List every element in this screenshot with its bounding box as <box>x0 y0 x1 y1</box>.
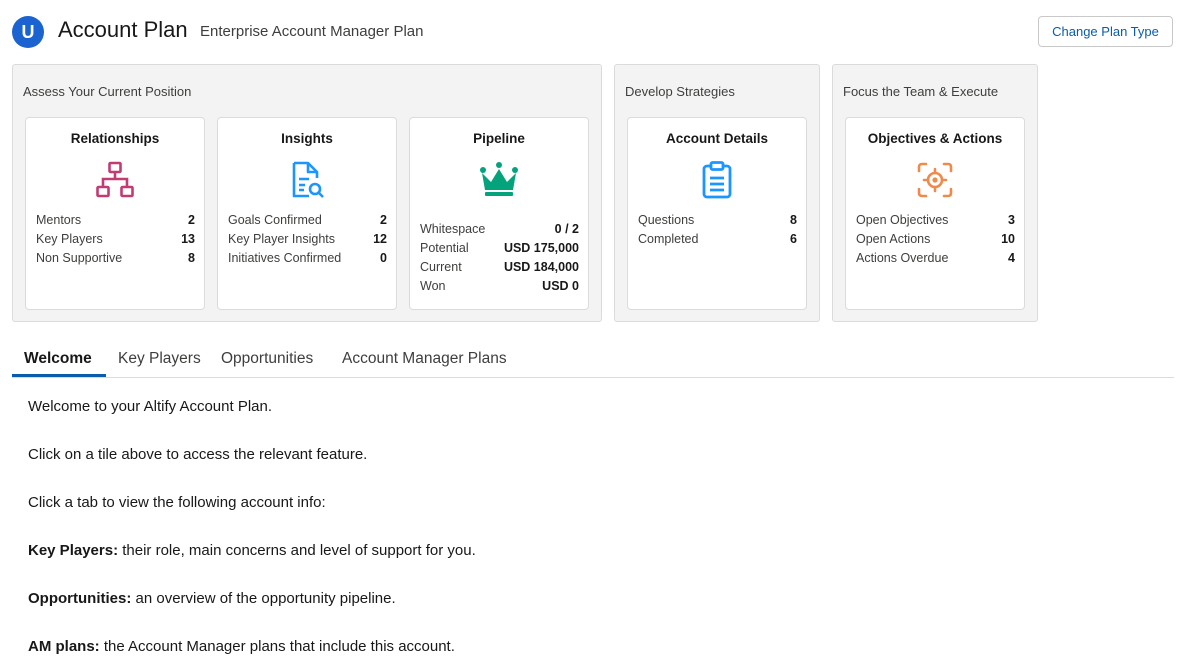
crown-icon <box>480 162 518 196</box>
group-assess-position: Assess Your Current Position Relationshi… <box>12 64 602 322</box>
app-logo: U <box>12 16 44 48</box>
stat-value: 4 <box>1008 251 1015 265</box>
target-icon <box>917 162 953 198</box>
stat-value: 6 <box>790 232 797 246</box>
page-title: Account Plan <box>58 17 188 42</box>
active-tab-indicator <box>12 374 106 377</box>
stat-value: 8 <box>790 213 797 227</box>
page-header: U Account Plan Enterprise Account Manage… <box>0 0 1184 64</box>
info-term: AM plans: <box>28 638 100 655</box>
stat-row: Open Objectives 3 <box>856 211 1015 230</box>
stat-label: Goals Confirmed <box>228 213 322 227</box>
welcome-line: Welcome to your Altify Account Plan. <box>28 398 273 415</box>
tile-title: Insights <box>281 131 333 146</box>
stat-value: 0 / 2 <box>554 222 579 236</box>
tab-account-manager-plans[interactable]: Account Manager Plans <box>342 350 507 368</box>
stat-label: Potential <box>420 241 469 255</box>
stat-label: Whitespace <box>420 222 486 236</box>
info-term: Key Players: <box>28 542 119 559</box>
document-search-icon <box>292 161 324 198</box>
stat-value: 2 <box>380 213 387 227</box>
stat-label: Won <box>420 279 446 293</box>
stat-row: Potential USD 175,000 <box>420 239 579 258</box>
stat-value: USD 0 <box>542 279 579 293</box>
stat-row: Actions Overdue 4 <box>856 249 1015 268</box>
stat-value: 12 <box>373 232 387 246</box>
tile-stats: Open Objectives 3 Open Actions 10 Actions … <box>856 211 1015 268</box>
tab-bar: Welcome Key Players Opportunities Accoun… <box>12 340 1174 378</box>
group-title: Assess Your Current Position <box>23 84 192 99</box>
tile-stats: Mentors 2 Key Players 13 Non Supportive 8 <box>36 211 195 268</box>
stat-label: Questions <box>638 213 695 227</box>
group-develop-strategies: Develop Strategies Account Details Quest… <box>614 64 820 322</box>
stat-row: Goals Confirmed 2 <box>228 211 387 230</box>
tile-stats: Questions 8 Completed 6 <box>638 211 797 249</box>
stat-row: Non Supportive 8 <box>36 249 195 268</box>
stat-value: 8 <box>188 251 195 265</box>
stat-row: Initiatives Confirmed 0 <box>228 249 387 268</box>
tab-welcome[interactable]: Welcome <box>24 350 92 368</box>
stat-row: Key Player Insights 12 <box>228 230 387 249</box>
stat-value: 10 <box>1001 232 1015 246</box>
change-plan-type-button[interactable]: Change Plan Type <box>1038 16 1173 47</box>
group-title: Develop Strategies <box>625 84 735 99</box>
tile-title: Objectives & Actions <box>867 131 1003 146</box>
stat-label: Completed <box>638 232 699 246</box>
tab-opportunities[interactable]: Opportunities <box>221 350 313 368</box>
tab-key-players[interactable]: Key Players <box>118 350 201 368</box>
clipboard-icon <box>702 161 732 199</box>
tile-account-details[interactable]: Account Details Questions 8 Completed 6 <box>627 117 807 310</box>
stat-value: 0 <box>380 251 387 265</box>
stat-value: 13 <box>181 232 195 246</box>
tile-stats: Goals Confirmed 2 Key Player Insights 12 I… <box>228 211 387 268</box>
tile-title: Relationships <box>70 131 160 146</box>
tile-pipeline[interactable]: Pipeline Whitespace 0 / 2 Potential USD 17… <box>409 117 589 310</box>
stat-value: 3 <box>1008 213 1015 227</box>
info-text: the Account Manager plans that include t… <box>99 638 455 655</box>
stat-label: Current <box>420 260 462 274</box>
stat-label: Open Actions <box>856 232 931 246</box>
stat-row: Whitespace 0 / 2 <box>420 220 579 239</box>
stat-label: Non Supportive <box>36 251 123 265</box>
stat-value: USD 175,000 <box>503 241 579 255</box>
tile-stats: Whitespace 0 / 2 Potential USD 175,000 Cur… <box>420 220 579 296</box>
info-text: an overview of the opportunity pipeline. <box>131 590 396 607</box>
stat-label: Key Players <box>36 232 103 246</box>
stat-label: Key Player Insights <box>228 232 335 246</box>
tile-relationships[interactable]: Relationships Mentors 2 Key Players 13 Non… <box>25 117 205 310</box>
tab-instruction-line: Click a tab to view the following accoun… <box>28 494 326 511</box>
stat-label: Mentors <box>36 213 82 227</box>
stat-row: Questions 8 <box>638 211 797 230</box>
plan-type-subtitle: Enterprise Account Manager Plan <box>200 23 424 40</box>
stat-label: Actions Overdue <box>856 251 949 265</box>
info-item-key-players: Key Players: their role, main concerns a… <box>28 542 476 559</box>
tile-objectives-actions[interactable]: Objectives & Actions Open Objectives 3 Op… <box>845 117 1025 310</box>
info-term: Opportunities: <box>28 590 132 607</box>
org-chart-icon <box>96 161 134 198</box>
stat-row: Won USD 0 <box>420 277 579 296</box>
info-text: their role, main concerns and level of s… <box>118 542 476 559</box>
stat-row: Current USD 184,000 <box>420 258 579 277</box>
stat-row: Key Players 13 <box>36 230 195 249</box>
stat-row: Completed 6 <box>638 230 797 249</box>
info-item-am-plans: AM plans: the Account Manager plans that… <box>28 638 455 655</box>
stat-label: Open Objectives <box>856 213 949 227</box>
stat-label: Initiatives Confirmed <box>228 251 342 265</box>
stat-value: USD 184,000 <box>503 260 579 274</box>
group-focus-execute: Focus the Team & Execute Objectives & Ac… <box>832 64 1038 322</box>
info-item-opportunities: Opportunities: an overview of the opport… <box>28 590 396 607</box>
tile-title: Account Details <box>665 131 769 146</box>
stat-value: 2 <box>188 213 195 227</box>
tile-insights[interactable]: Insights Goals Confirmed 2 Key Player Ins… <box>217 117 397 310</box>
tile-title: Pipeline <box>473 131 525 146</box>
group-title: Focus the Team & Execute <box>843 84 999 99</box>
stat-row: Mentors 2 <box>36 211 195 230</box>
tile-instruction-line: Click on a tile above to access the rele… <box>28 446 368 463</box>
stat-row: Open Actions 10 <box>856 230 1015 249</box>
